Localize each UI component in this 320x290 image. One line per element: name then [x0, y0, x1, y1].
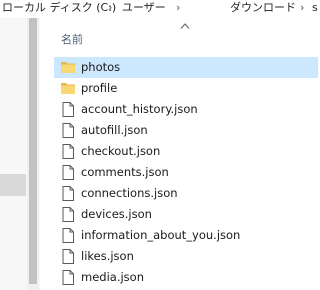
column-header-name-label: 名前	[61, 33, 83, 46]
list-item-checkout[interactable]: checkout.json	[54, 141, 318, 162]
breadcrumb-current[interactable]: s	[312, 0, 318, 16]
file-name: account_history.json	[81, 102, 198, 116]
breadcrumb-downloads[interactable]: ダウンロード	[230, 0, 296, 16]
document-icon	[62, 249, 74, 264]
list-item-comments[interactable]: comments.json	[54, 162, 318, 183]
list-item-media[interactable]: media.json	[54, 267, 318, 288]
breadcrumb: ローカル ディスク (C:) › ユーザー › ダウンロード › s	[0, 0, 318, 18]
list-item-profile[interactable]: profile	[54, 78, 318, 99]
breadcrumb-local-disk[interactable]: ローカル ディスク (C:)	[2, 0, 116, 16]
list-item-information-about-you[interactable]: information_about_you.json	[54, 225, 318, 246]
breadcrumb-users[interactable]: ユーザー	[122, 0, 166, 16]
list-item-devices[interactable]: devices.json	[54, 204, 318, 225]
list-item-photos[interactable]: photos	[54, 57, 318, 78]
file-name: autofill.json	[81, 123, 148, 137]
document-icon	[62, 228, 74, 243]
list-item-connections[interactable]: connections.json	[54, 183, 318, 204]
sort-ascending-icon	[180, 23, 190, 29]
file-name: media.json	[81, 270, 144, 284]
document-icon	[62, 102, 74, 117]
nav-scrollbar[interactable]	[27, 18, 39, 290]
file-name: checkout.json	[81, 144, 161, 158]
file-name: photos	[81, 60, 121, 74]
folder-icon	[61, 83, 75, 94]
document-icon	[62, 165, 74, 180]
list-item-likes[interactable]: likes.json	[54, 246, 318, 267]
document-icon	[62, 207, 74, 222]
file-name: information_about_you.json	[81, 228, 241, 242]
column-header-name[interactable]: 名前	[54, 30, 318, 50]
file-name: devices.json	[81, 207, 152, 221]
breadcrumb-chevron-icon[interactable]: ›	[176, 0, 180, 16]
file-name: connections.json	[81, 186, 178, 200]
file-name: profile	[81, 81, 118, 95]
file-name: likes.json	[81, 249, 134, 263]
nav-scrollbar-thumb[interactable]	[29, 18, 37, 284]
breadcrumb-chevron-icon[interactable]: ›	[108, 0, 112, 16]
list-item-autofill[interactable]: autofill.json	[54, 120, 318, 141]
document-icon	[62, 123, 74, 138]
list-item-account-history[interactable]: account_history.json	[54, 99, 318, 120]
document-icon	[62, 270, 74, 285]
breadcrumb-chevron-icon[interactable]: ›	[300, 0, 304, 16]
file-name: comments.json	[81, 165, 169, 179]
folder-icon	[61, 62, 75, 73]
document-icon	[62, 186, 74, 201]
nav-selected-item[interactable]	[0, 174, 26, 196]
document-icon	[62, 144, 74, 159]
